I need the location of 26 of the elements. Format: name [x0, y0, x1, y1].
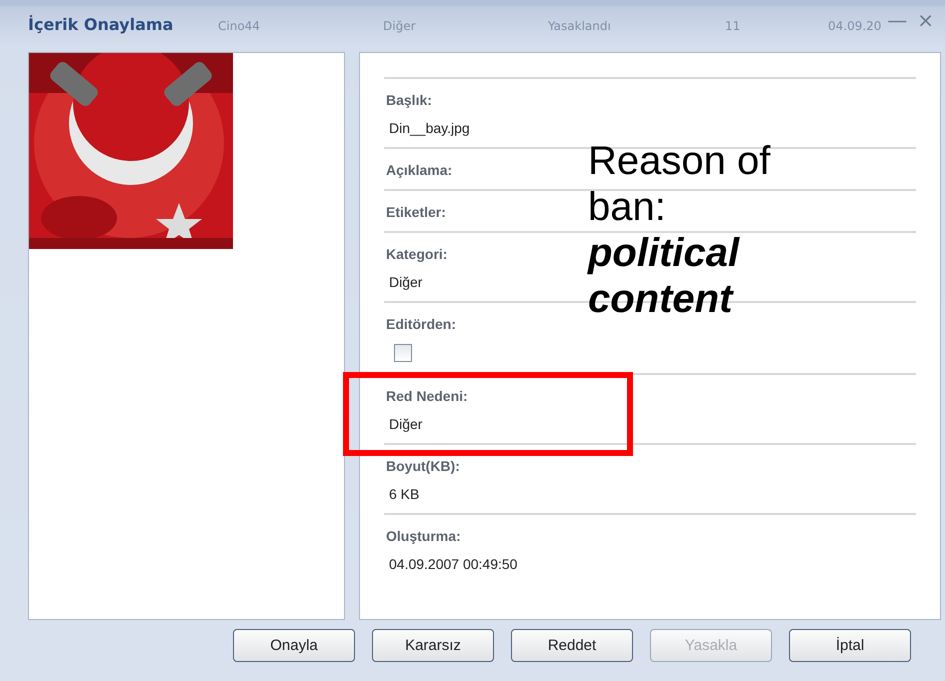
field-label: Başlık:	[386, 92, 432, 108]
window-title: İçerik Onaylama	[28, 14, 174, 36]
field-value: Diğer	[388, 274, 422, 290]
field-label: Açıklama:	[386, 162, 452, 178]
dialog-button[interactable]: Onayla	[233, 629, 355, 662]
checkbox[interactable]	[394, 344, 412, 362]
annotation-text: Reason of ban:	[588, 138, 772, 230]
field-label: Red Nedeni:	[386, 388, 468, 404]
background-table-cell-text: 04.09.20	[828, 19, 882, 33]
dialog-button[interactable]: Reddet	[511, 629, 633, 662]
field-value: 04.09.2007 00:49:50	[388, 556, 518, 572]
field-label: Etiketler:	[386, 204, 446, 220]
dialog-button[interactable]: Kararsız	[372, 629, 494, 662]
field-value: 6 KB	[388, 486, 420, 502]
dialog-button[interactable]: İptal	[789, 629, 911, 662]
field-label: Oluşturma:	[386, 528, 461, 544]
background-table-cell-text: Diğer	[383, 19, 417, 33]
background-table-cell-text: 11	[725, 19, 742, 33]
field-value: Din__bay.jpg	[388, 120, 470, 136]
field-label: Editörden:	[386, 316, 456, 332]
background-table-cell-text: Cino44	[218, 19, 261, 33]
annotation-emphasis: political content	[588, 230, 741, 322]
field-value: Diğer	[388, 416, 422, 432]
background-table-cell-text: Yasaklandı	[548, 19, 612, 33]
field-label: Kategori:	[386, 246, 448, 262]
field-label: Boyut(KB):	[386, 458, 460, 474]
